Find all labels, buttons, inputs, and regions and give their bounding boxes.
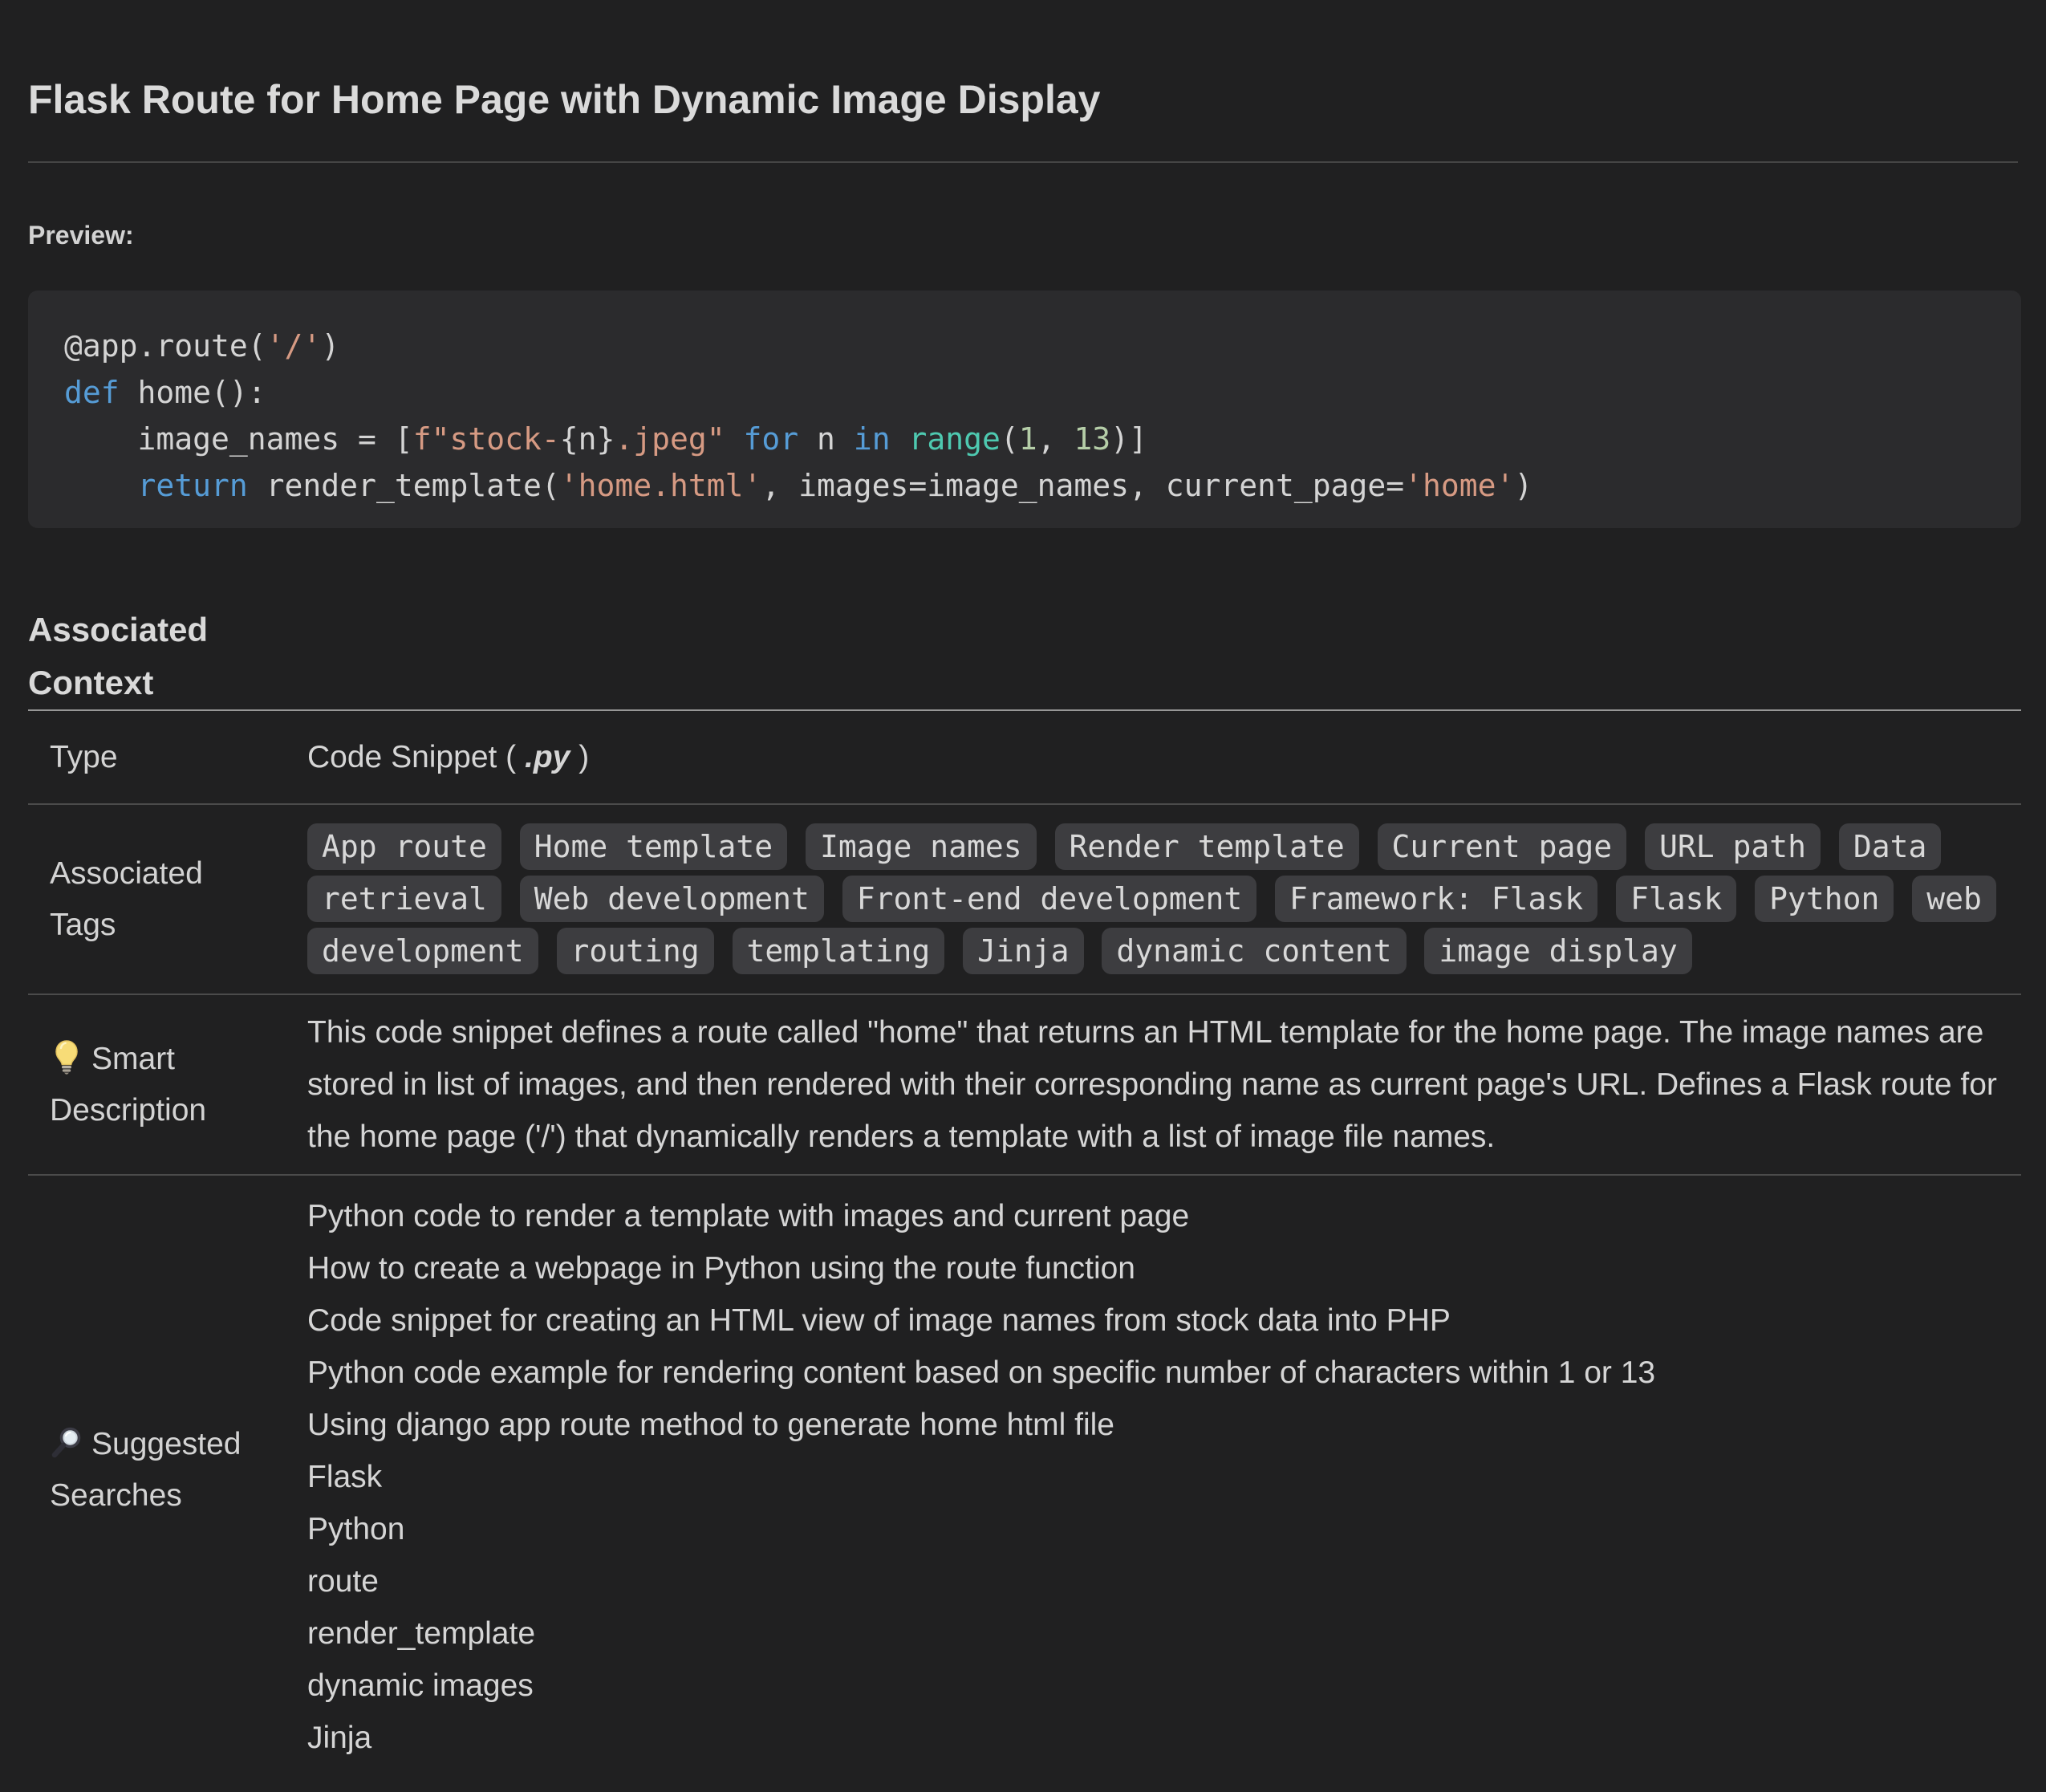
tag-pill: image display xyxy=(1424,928,1691,974)
suggested-search-item: Python code example for rendering conten… xyxy=(307,1347,2002,1399)
code-snippet: @app.route('/') def home(): image_names … xyxy=(64,323,1985,509)
tag-pill: Home template xyxy=(520,823,787,870)
file-extension: .py xyxy=(525,740,570,774)
table-row-searches: Suggested Searches Python code to render… xyxy=(28,1176,2021,1764)
suggested-search-item: render_template xyxy=(307,1607,2002,1660)
description-row-label: Smart Description xyxy=(28,1018,307,1152)
suggested-search-item: Python xyxy=(307,1503,2002,1555)
type-value: Code Snippet ( .py ) xyxy=(307,711,2021,803)
suggested-search-item: Code snippet for creating an HTML view o… xyxy=(307,1294,2002,1347)
tag-pill: Render template xyxy=(1055,823,1359,870)
title-divider xyxy=(28,161,2018,163)
tags-row-label: Associated Tags xyxy=(28,832,307,967)
lightbulb-icon xyxy=(50,1039,83,1075)
tag-pill: Python xyxy=(1755,876,1894,922)
tag-pill: Current page xyxy=(1378,823,1627,870)
tag-pill: routing xyxy=(557,928,714,974)
tag-pill: Jinja xyxy=(963,928,1083,974)
tag-pill: Front-end development xyxy=(842,876,1256,922)
suggested-search-item: Flask xyxy=(307,1451,2002,1503)
document-page: Flask Route for Home Page with Dynamic I… xyxy=(0,76,2046,1764)
table-row-description: Smart Description This code snippet defi… xyxy=(28,995,2021,1176)
tag-pill: App route xyxy=(307,823,501,870)
type-row-label: Type xyxy=(28,712,307,803)
tag-pill: Web development xyxy=(520,876,824,922)
preview-label: Preview: xyxy=(28,221,2018,250)
suggested-search-item: route xyxy=(307,1555,2002,1607)
suggested-search-item: Python code to render a template with im… xyxy=(307,1190,2002,1242)
code-preview-block: @app.route('/') def home(): image_names … xyxy=(28,291,2021,528)
tag-pill: Framework: Flask xyxy=(1275,876,1597,922)
type-value-text: Code Snippet ( xyxy=(307,740,525,774)
tag-pill: URL path xyxy=(1645,823,1821,870)
tag-pill: Image names xyxy=(806,823,1037,870)
suggested-search-item: dynamic images xyxy=(307,1660,2002,1712)
tag-pill: Flask xyxy=(1616,876,1736,922)
smart-description-text: This code snippet defines a route called… xyxy=(307,995,2021,1174)
searches-row-label: Suggested Searches xyxy=(28,1403,307,1538)
table-row-type: Type Code Snippet ( .py ) xyxy=(28,711,2021,805)
magnifier-icon xyxy=(50,1426,83,1460)
tag-pill: templating xyxy=(733,928,945,974)
tag-list: App route Home template Image names Rend… xyxy=(307,805,2021,994)
suggested-search-item: How to create a webpage in Python using … xyxy=(307,1242,2002,1294)
suggested-search-item: Using django app route method to generat… xyxy=(307,1399,2002,1451)
suggested-search-list: Python code to render a template with im… xyxy=(307,1176,2021,1764)
type-value-close: ) xyxy=(570,740,589,774)
associated-context-heading: Associated Context xyxy=(28,603,269,709)
page-title: Flask Route for Home Page with Dynamic I… xyxy=(28,76,2018,123)
tag-pill: dynamic content xyxy=(1102,928,1406,974)
context-table: Type Code Snippet ( .py ) Associated Tag… xyxy=(28,709,2021,1764)
suggested-search-item: Jinja xyxy=(307,1712,2002,1764)
table-row-tags: Associated Tags App route Home template … xyxy=(28,805,2021,995)
